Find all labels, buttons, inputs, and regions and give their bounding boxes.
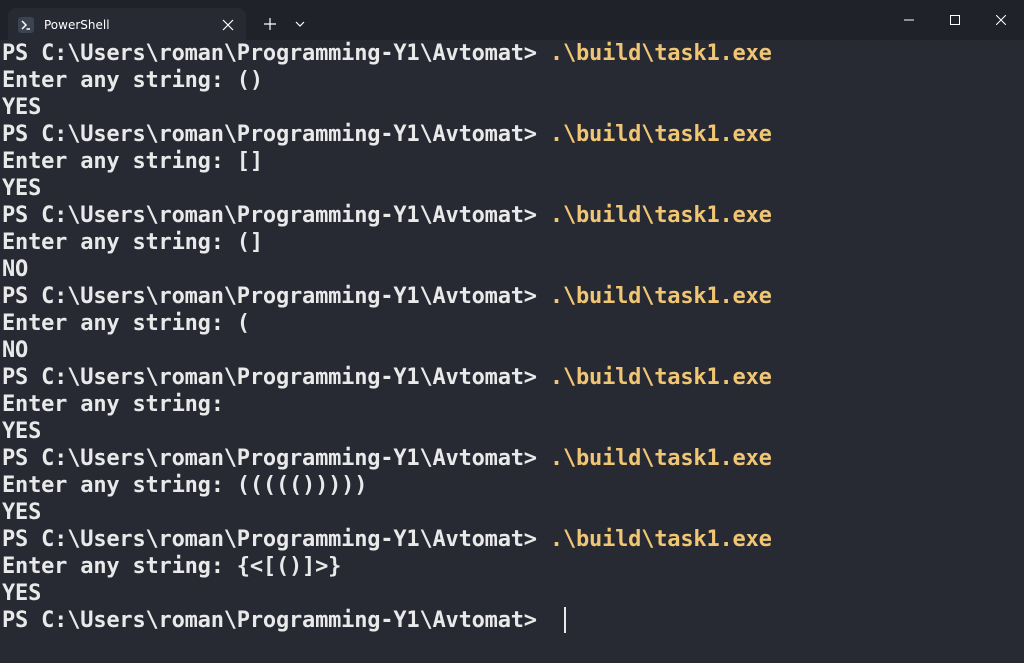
powershell-icon <box>18 17 34 33</box>
prompt-line: PS C:\Users\roman\Programming-Y1\Avtomat… <box>2 40 772 67</box>
command-text: .\build\task1.exe <box>549 365 772 390</box>
prompt-line: PS C:\Users\roman\Programming-Y1\Avtomat… <box>2 283 772 310</box>
prompt-text: PS C:\Users\roman\Programming-Y1\Avtomat… <box>2 203 550 228</box>
result-line: YES <box>2 419 42 444</box>
new-tab-button[interactable] <box>258 12 282 36</box>
minimize-button[interactable] <box>886 0 932 40</box>
prompt-text: PS C:\Users\roman\Programming-Y1\Avtomat… <box>2 608 550 633</box>
tab-title: PowerShell <box>44 18 110 32</box>
result-line: YES <box>2 95 42 120</box>
result-line: YES <box>2 581 42 606</box>
terminal-window: PowerShell PS C:\Users\roman\Programming… <box>0 0 1024 663</box>
input-line: Enter any string: ((((())))) <box>2 473 381 498</box>
current-prompt-line[interactable]: PS C:\Users\roman\Programming-Y1\Avtomat… <box>2 606 566 634</box>
input-line: Enter any string: {<[()]>} <box>2 554 342 579</box>
plus-icon <box>264 18 276 30</box>
command-text: .\build\task1.exe <box>549 284 772 309</box>
prompt-line: PS C:\Users\roman\Programming-Y1\Avtomat… <box>2 364 772 391</box>
command-text: .\build\task1.exe <box>549 122 772 147</box>
title-bar: PowerShell <box>0 0 1024 42</box>
minimize-icon <box>904 19 914 21</box>
input-line: Enter any string: [] <box>2 149 263 174</box>
command-text: .\build\task1.exe <box>549 41 772 66</box>
input-line: Enter any string: () <box>2 68 263 93</box>
close-icon <box>996 15 1006 25</box>
command-text: .\build\task1.exe <box>549 203 772 228</box>
prompt-text: PS C:\Users\roman\Programming-Y1\Avtomat… <box>2 446 550 471</box>
input-line: Enter any string: (] <box>2 230 263 255</box>
close-icon[interactable] <box>220 17 236 33</box>
tab-dropdown-button[interactable] <box>288 12 312 36</box>
close-button[interactable] <box>978 0 1024 40</box>
prompt-line: PS C:\Users\roman\Programming-Y1\Avtomat… <box>2 526 772 553</box>
result-line: NO <box>2 257 29 282</box>
input-line: Enter any string: <box>2 392 237 417</box>
input-line: Enter any string: ( <box>2 311 250 336</box>
maximize-button[interactable] <box>932 0 978 40</box>
result-line: YES <box>2 500 42 525</box>
prompt-text: PS C:\Users\roman\Programming-Y1\Avtomat… <box>2 365 550 390</box>
chevron-down-icon <box>295 21 305 27</box>
command-text: .\build\task1.exe <box>549 527 772 552</box>
prompt-line: PS C:\Users\roman\Programming-Y1\Avtomat… <box>2 121 772 148</box>
maximize-icon <box>950 15 960 25</box>
command-text: .\build\task1.exe <box>549 446 772 471</box>
result-line: YES <box>2 176 42 201</box>
tab-powershell[interactable]: PowerShell <box>8 8 246 42</box>
text-cursor <box>563 606 566 633</box>
prompt-text: PS C:\Users\roman\Programming-Y1\Avtomat… <box>2 41 550 66</box>
prompt-line: PS C:\Users\roman\Programming-Y1\Avtomat… <box>2 445 772 472</box>
prompt-line: PS C:\Users\roman\Programming-Y1\Avtomat… <box>2 202 772 229</box>
prompt-text: PS C:\Users\roman\Programming-Y1\Avtomat… <box>2 527 550 552</box>
prompt-text: PS C:\Users\roman\Programming-Y1\Avtomat… <box>2 122 550 147</box>
prompt-text: PS C:\Users\roman\Programming-Y1\Avtomat… <box>2 284 550 309</box>
terminal-output[interactable]: PS C:\Users\roman\Programming-Y1\Avtomat… <box>0 40 1024 663</box>
result-line: NO <box>2 338 29 363</box>
